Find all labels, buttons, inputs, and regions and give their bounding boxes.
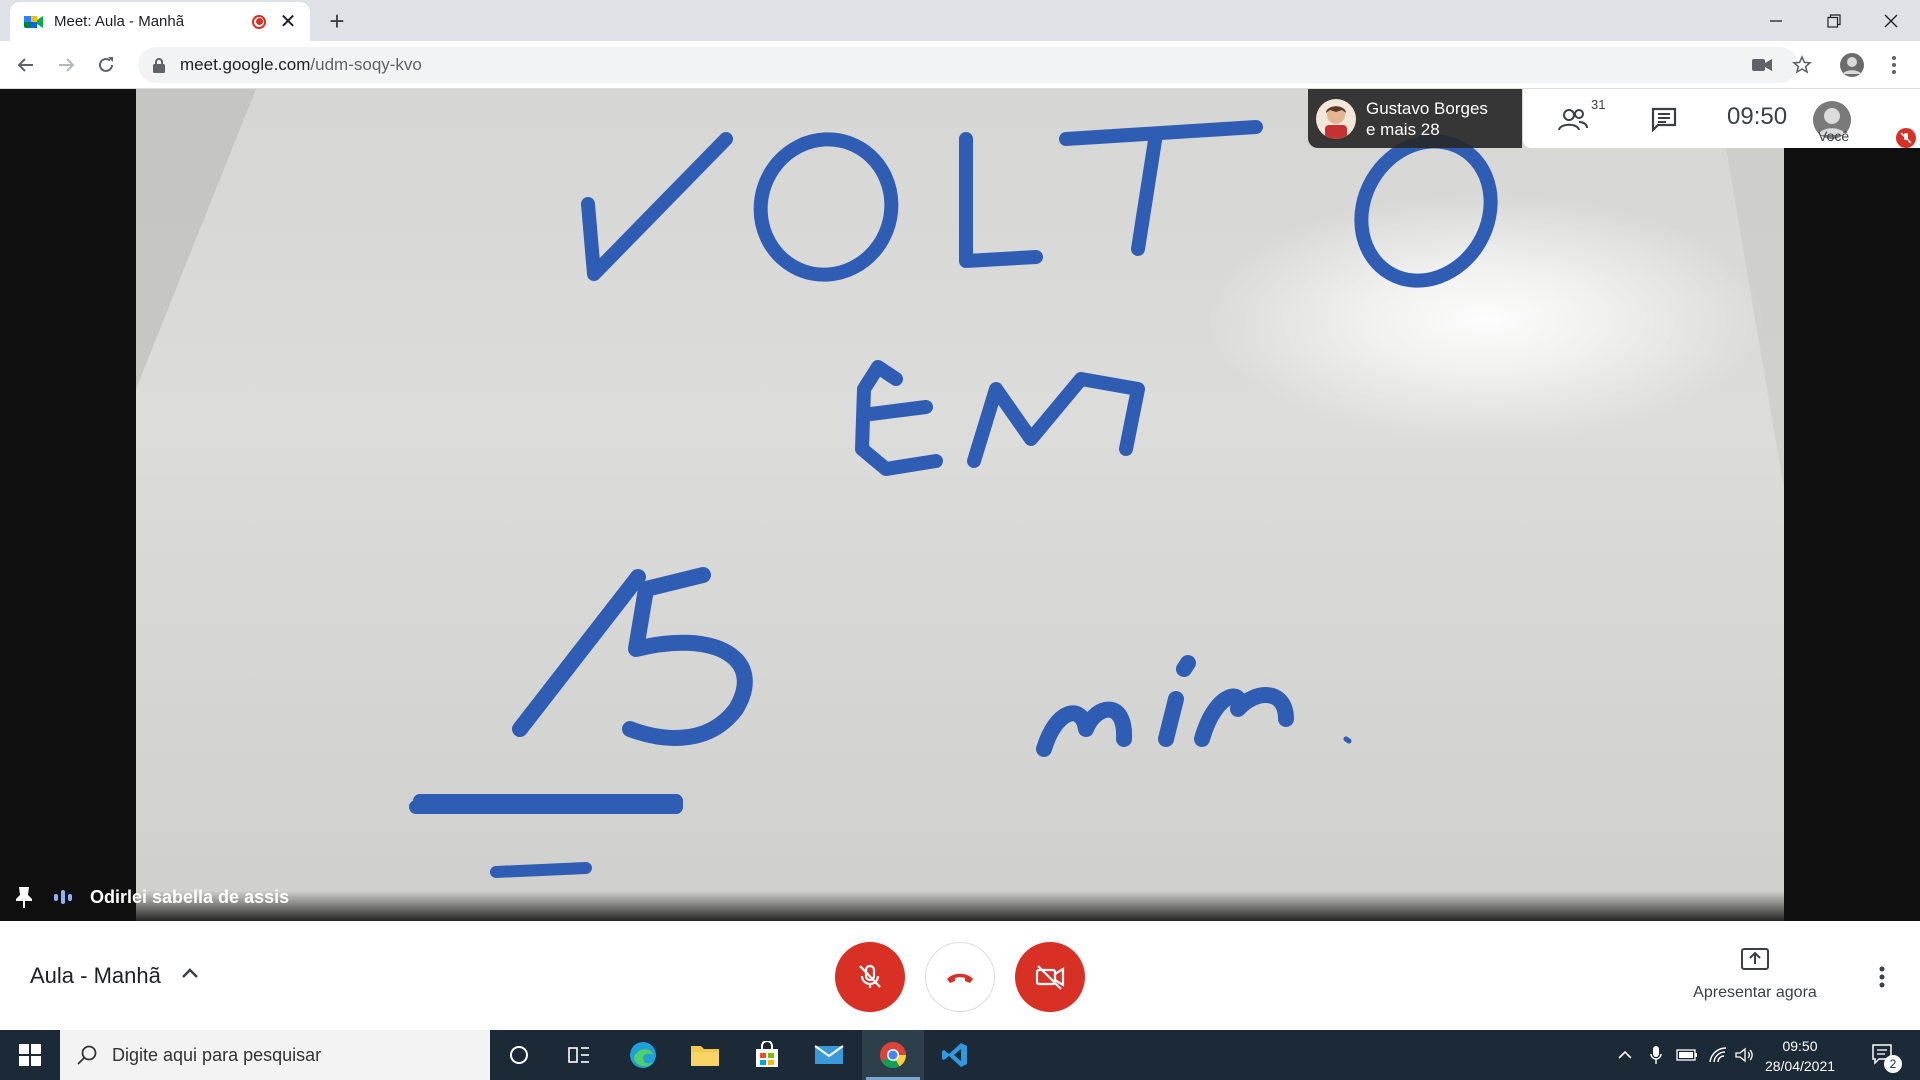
taskbar-app-vscode[interactable] xyxy=(926,1030,984,1080)
leave-call-button[interactable] xyxy=(925,942,995,1012)
browser-tab[interactable]: Meet: Aula - Manhã ✕ xyxy=(10,2,310,41)
chrome-icon xyxy=(880,1042,907,1069)
new-tab-button[interactable]: + xyxy=(322,6,352,36)
participant-chip-more: e mais 28 xyxy=(1366,119,1440,139)
speaker-name: Odirlei sabella de assis xyxy=(90,886,290,907)
recording-indicator-icon xyxy=(252,14,266,29)
cortana-icon xyxy=(510,1046,528,1064)
camera-off-icon xyxy=(1035,965,1065,990)
meet-top-panel: 31 09:50 Você xyxy=(1523,89,1920,148)
camera-in-use-icon[interactable] xyxy=(1746,49,1778,81)
present-now-label: Apresentar agora xyxy=(1693,984,1817,1001)
chat-button[interactable] xyxy=(1639,97,1689,141)
taskbar-app-file-explorer[interactable] xyxy=(676,1030,734,1080)
search-icon xyxy=(77,1045,97,1065)
cortana-button[interactable] xyxy=(490,1030,548,1080)
bookmark-star-icon[interactable] xyxy=(1786,49,1818,81)
wifi-icon[interactable] xyxy=(1704,1030,1732,1080)
windows-taskbar: Digite aqui para pesquisar 09:50 28/04/2… xyxy=(0,1030,1920,1080)
notification-center-button[interactable]: 2 xyxy=(1862,1030,1906,1080)
battery-icon[interactable] xyxy=(1672,1030,1702,1080)
tab-title: Meet: Aula - Manhã xyxy=(54,13,185,30)
back-arrow-icon[interactable] xyxy=(10,49,42,81)
microphone-toggle-button[interactable] xyxy=(835,942,905,1012)
task-view-icon xyxy=(568,1047,589,1063)
chat-icon xyxy=(1651,107,1677,132)
vscode-icon xyxy=(942,1043,967,1067)
taskbar-app-chrome[interactable] xyxy=(862,1030,924,1080)
minimize-window-button[interactable] xyxy=(1747,0,1805,41)
url-text: meet.google.com/udm-soqy-kvo xyxy=(180,55,422,75)
taskbar-time: 09:50 xyxy=(1782,1038,1818,1054)
mail-icon xyxy=(814,1045,844,1064)
url-host: meet.google.com xyxy=(180,55,311,74)
participants-button[interactable]: 31 xyxy=(1549,97,1605,141)
video-bottom-shade xyxy=(136,891,1784,921)
meeting-clock: 09:50 xyxy=(1727,103,1788,130)
participants-count: 31 xyxy=(1591,97,1606,112)
lock-icon[interactable] xyxy=(152,57,166,73)
edge-icon xyxy=(630,1042,656,1068)
chevron-up-icon xyxy=(1618,1050,1632,1059)
forward-arrow-icon[interactable] xyxy=(50,49,82,81)
chevron-up-icon[interactable] xyxy=(178,961,202,985)
profile-avatar-icon[interactable] xyxy=(1836,49,1868,81)
browser-toolbar: meet.google.com/udm-soqy-kvo xyxy=(0,41,1920,89)
microphone-tray-icon[interactable] xyxy=(1643,1030,1669,1080)
present-now-button[interactable]: Apresentar agora xyxy=(1680,947,1830,1002)
taskbar-search-placeholder: Digite aqui para pesquisar xyxy=(112,1044,322,1065)
taskbar-clock[interactable]: 09:50 28/04/2021 xyxy=(1752,1036,1848,1076)
more-options-icon[interactable] xyxy=(1868,963,1896,991)
participant-chip-name: Gustavo Borges xyxy=(1366,98,1488,118)
address-bar[interactable]: meet.google.com/udm-soqy-kvo xyxy=(138,47,1798,83)
url-path: /udm-soqy-kvo xyxy=(310,55,422,74)
participant-avatar xyxy=(1316,98,1356,139)
taskbar-app-edge[interactable] xyxy=(614,1030,672,1080)
hang-up-icon xyxy=(947,973,973,983)
meet-stage: Gustavo Borges e mais 28 31 09:50 Você O… xyxy=(0,89,1920,921)
taskbar-date: 28/04/2021 xyxy=(1764,1058,1836,1074)
pin-icon[interactable] xyxy=(14,885,34,909)
whiteboard-drawing xyxy=(136,89,1784,878)
reload-icon[interactable] xyxy=(90,49,122,81)
close-window-button[interactable] xyxy=(1862,0,1920,41)
store-icon xyxy=(756,1041,778,1067)
google-meet-icon xyxy=(24,14,44,30)
meet-control-bar: Aula - Manhã Apresentar agora xyxy=(0,921,1920,1030)
camera-toggle-button[interactable] xyxy=(1015,942,1085,1012)
folder-icon xyxy=(691,1046,719,1066)
self-muted-mic-icon xyxy=(1896,128,1916,148)
browser-tab-strip: Meet: Aula - Manhã ✕ + xyxy=(0,0,1920,41)
taskbar-app-store[interactable] xyxy=(738,1030,796,1080)
speaker-name-bar: Odirlei sabella de assis xyxy=(14,885,289,909)
taskbar-app-mail[interactable] xyxy=(800,1030,858,1080)
windows-start-button[interactable] xyxy=(0,1030,60,1080)
task-view-button[interactable] xyxy=(550,1030,608,1080)
restore-window-button[interactable] xyxy=(1805,0,1863,41)
audio-level-icon xyxy=(54,889,78,905)
taskbar-search-box[interactable]: Digite aqui para pesquisar xyxy=(60,1030,490,1080)
meeting-title[interactable]: Aula - Manhã xyxy=(30,963,161,989)
show-hidden-icons-button[interactable] xyxy=(1612,1030,1638,1080)
close-tab-icon[interactable]: ✕ xyxy=(278,9,298,34)
self-label: Você xyxy=(1818,128,1850,144)
notification-count-badge: 2 xyxy=(1884,1055,1902,1073)
browser-menu-icon[interactable] xyxy=(1878,49,1910,81)
participants-chip[interactable]: Gustavo Borges e mais 28 xyxy=(1308,89,1522,148)
mic-off-icon xyxy=(859,964,881,988)
windows-logo-icon xyxy=(19,1044,41,1066)
participant-video[interactable] xyxy=(136,89,1784,921)
present-screen-icon xyxy=(1741,948,1769,970)
